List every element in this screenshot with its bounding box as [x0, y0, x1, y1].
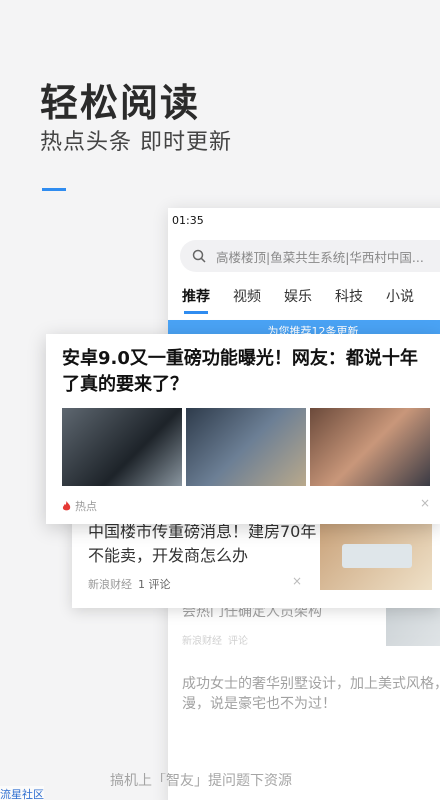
hero-subtitle: 热点头条 即时更新: [40, 130, 232, 155]
tab-tech[interactable]: 科技: [335, 286, 363, 306]
headphones-image: [62, 408, 182, 486]
list-item-comments: 评论: [228, 636, 248, 647]
laptop-image: [186, 408, 306, 486]
category-tabs: 推荐 视频 娱乐 科技 小说: [168, 272, 440, 314]
news-source: 新浪财经: [88, 578, 132, 591]
news-comments: 1 评论: [138, 578, 171, 591]
close-icon[interactable]: ×: [420, 496, 430, 510]
news-headline[interactable]: 安卓9.0又一重磅功能曝光！网友：都说十年了真的要来了？: [62, 346, 434, 398]
hot-label: 热点: [75, 500, 97, 513]
flame-icon: [62, 500, 71, 510]
tab-video[interactable]: 视频: [233, 286, 261, 306]
news-headline[interactable]: 中国楼市传重磅消息！建房70年不能卖，开发商怎么办: [88, 520, 318, 568]
news-thumbnail: [320, 522, 432, 590]
status-bar: 01:35: [168, 208, 440, 234]
hero-title: 轻松阅读: [40, 81, 201, 125]
smartphone-image: [310, 408, 430, 486]
accent-bar: [42, 188, 66, 191]
hot-badge: 热点: [62, 498, 97, 514]
news-card-featured[interactable]: 安卓9.0又一重磅功能曝光！网友：都说十年了真的要来了？ 热点 ×: [46, 334, 440, 524]
search-placeholder: 高楼楼顶|鱼菜共生系统|华西村中国...: [216, 249, 424, 265]
close-icon[interactable]: ×: [292, 574, 302, 588]
tab-recommend[interactable]: 推荐: [182, 286, 210, 314]
tab-novel[interactable]: 小说: [386, 286, 414, 306]
search-icon: [192, 249, 206, 263]
list-item-source: 新浪财经: [182, 636, 222, 647]
search-input[interactable]: 高楼楼顶|鱼菜共生系统|华西村中国...: [180, 240, 440, 272]
list-item-headline[interactable]: 成功女士的奢华别墅设计，加上美式风格，漫，说是豪宅也不为过！: [182, 674, 440, 714]
status-time: 01:35: [172, 214, 204, 227]
bottom-text: 搞机上「智友」提问题下资源: [110, 773, 292, 789]
tab-entertainment[interactable]: 娱乐: [284, 286, 312, 306]
watermark-text: 流星社区: [0, 786, 44, 800]
